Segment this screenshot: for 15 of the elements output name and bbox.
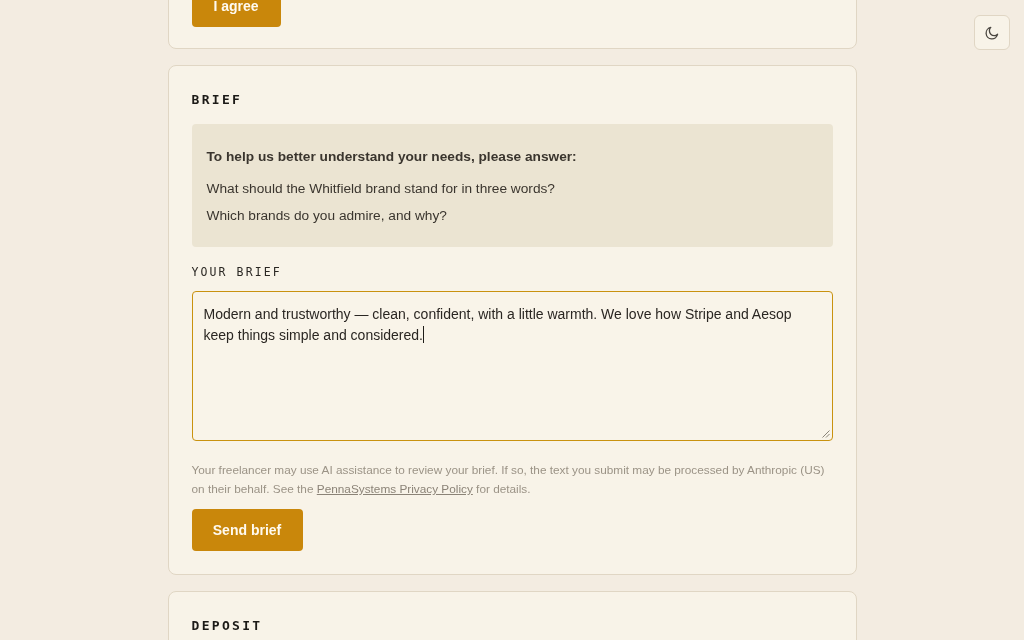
send-brief-button[interactable]: Send brief	[191, 509, 303, 551]
privacy-policy-link[interactable]: PennaSystems Privacy Policy	[316, 482, 473, 496]
question-text: Which brands do you admire, and why?	[206, 207, 447, 225]
resize-grip-icon	[821, 430, 830, 438]
section-title: DEPOSIT	[191, 617, 263, 635]
theme-toggle-button[interactable]	[974, 15, 1010, 50]
text-caret-icon	[422, 326, 424, 343]
agree-button[interactable]: I agree	[191, 0, 281, 27]
privacy-notice: Your freelancer may use AI assistance to review your brief. If so, the text you submit may be processed by Anthropic (US) on their behalf. See the PennaSystems Privacy Policy for details.	[191, 462, 826, 498]
question-text: What should the Whitfield brand stand for in three words?	[206, 180, 555, 198]
questions-intro: To help us better understand your needs, please answer:	[206, 148, 577, 166]
brief-textarea[interactable]: Modern and trustworthy — clean, confident, with a little warmth. We love how Stripe and Aesop keep things simple and considered.	[191, 291, 833, 441]
section-title: BRIEF	[191, 91, 243, 109]
moon-icon	[985, 25, 999, 40]
field-label: YOUR BRIEF	[191, 265, 282, 279]
